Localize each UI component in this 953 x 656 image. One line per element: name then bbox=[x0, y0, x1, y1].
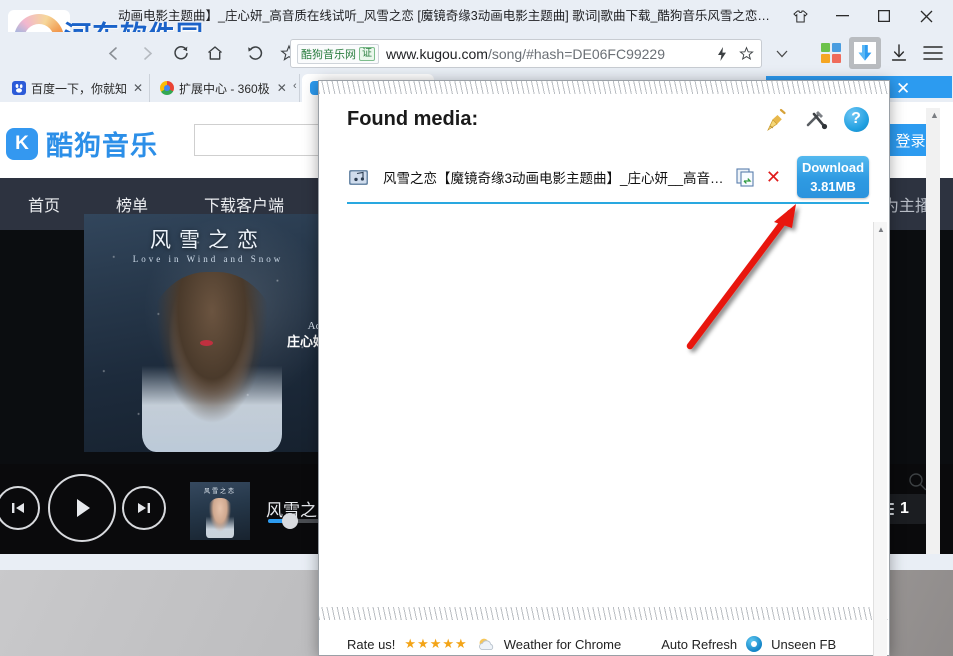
popup-scroll-up-icon[interactable]: ▲ bbox=[877, 225, 885, 234]
help-question-mark: ? bbox=[844, 107, 869, 132]
chrome-icon bbox=[160, 81, 174, 95]
star-outline-icon[interactable] bbox=[735, 43, 757, 65]
home-icon[interactable] bbox=[200, 38, 230, 68]
kugou-logo-icon: K bbox=[6, 128, 38, 160]
window-controls bbox=[779, 3, 947, 29]
popup-footer: Rate us! ★★★★★ Weather for Chrome Auto R… bbox=[319, 620, 889, 656]
download-size: 3.81MB bbox=[810, 179, 856, 194]
skip-previous-icon[interactable] bbox=[0, 486, 40, 530]
url-domain: www.kugou.com bbox=[386, 46, 488, 62]
playlist-count: 1 bbox=[900, 500, 909, 518]
screen-root: 动画电影主题曲】_庄心妍_高音质在线试听_风雪之恋 [魔镜奇缘3动画电影主题曲]… bbox=[0, 0, 953, 656]
album-artwork: 风雪之恋 Love in Wind and Snow Ada 庄心妍 bbox=[84, 214, 332, 452]
tshirt-icon[interactable] bbox=[779, 3, 821, 29]
help-icon[interactable]: ? bbox=[843, 106, 869, 132]
volume-knob[interactable] bbox=[282, 513, 298, 529]
download-label: Download bbox=[802, 160, 864, 175]
popup-bottom-hatch bbox=[319, 607, 889, 620]
rating-stars[interactable]: ★★★★★ bbox=[404, 636, 467, 652]
minimize-icon[interactable] bbox=[821, 3, 863, 29]
url-path: /song/#hash=DE06FC99229 bbox=[488, 46, 665, 62]
weather-label[interactable]: Weather for Chrome bbox=[504, 637, 622, 652]
media-item-name: 风雪之恋【魔镜奇缘3动画电影主题曲】_庄心妍__高音质在线… bbox=[383, 167, 735, 187]
delete-x-icon[interactable]: ✕ bbox=[766, 168, 781, 186]
player-thumb-figure bbox=[206, 498, 234, 538]
tab-label: 百度一下，你就知 bbox=[31, 80, 126, 97]
popup-tools: ? bbox=[763, 106, 869, 132]
album-title: 风雪之恋 bbox=[84, 224, 332, 254]
tab-close-icon[interactable]: ✕ bbox=[277, 81, 287, 95]
reload-icon[interactable] bbox=[166, 38, 196, 68]
auto-refresh-label[interactable]: Auto Refresh bbox=[661, 637, 737, 652]
unseen-eye-icon[interactable] bbox=[746, 636, 762, 652]
found-media-popup: Found media: bbox=[318, 80, 890, 656]
player-album-thumbnail[interactable]: 风雪之恋 bbox=[190, 482, 250, 540]
media-row-actions: ✕ Download 3.81MB bbox=[736, 156, 869, 198]
browser-tab-baidu[interactable]: 百度一下，你就知 ✕ bbox=[4, 74, 150, 102]
media-file-icon bbox=[347, 166, 369, 188]
title-bar: 动画电影主题曲】_庄心妍_高音质在线试听_风雪之恋 [魔镜奇缘3动画电影主题曲]… bbox=[0, 0, 953, 32]
omnibox-icons bbox=[711, 43, 761, 65]
address-bar[interactable]: 酷狗音乐网 证 www.kugou.com/song/#hash=DE06FC9… bbox=[290, 39, 762, 68]
skip-next-icon[interactable] bbox=[122, 486, 166, 530]
verified-mark: 证 bbox=[359, 47, 375, 61]
browser-toolbar: 酷狗音乐网 证 www.kugou.com/song/#hash=DE06FC9… bbox=[0, 32, 953, 74]
page-scrollbar-up-arrow-icon[interactable]: ▲ bbox=[930, 110, 939, 120]
banner-close-icon[interactable]: ✕ bbox=[896, 79, 910, 99]
rate-us-label[interactable]: Rate us! bbox=[347, 637, 395, 652]
broom-icon[interactable] bbox=[763, 106, 789, 132]
weather-cloud-icon[interactable] bbox=[477, 637, 495, 651]
copy-icon[interactable] bbox=[736, 167, 756, 187]
popup-header: Found media: bbox=[319, 94, 889, 152]
play-icon[interactable] bbox=[48, 474, 116, 542]
toolbar-right-group bbox=[815, 37, 949, 69]
media-row[interactable]: 风雪之恋【魔镜奇缘3动画电影主题曲】_庄心妍__高音质在线… ✕ Downloa… bbox=[347, 152, 869, 204]
unseen-fb-label[interactable]: Unseen FB bbox=[771, 637, 836, 652]
undo-icon[interactable] bbox=[240, 38, 270, 68]
popup-top-hatch bbox=[319, 81, 889, 94]
nav-item-become-host[interactable]: 为主播 bbox=[883, 192, 953, 216]
url-text: www.kugou.com/song/#hash=DE06FC99229 bbox=[386, 46, 665, 62]
hamburger-menu-icon[interactable] bbox=[917, 37, 949, 69]
popup-scrollbar[interactable]: ▲ ▼ bbox=[873, 222, 887, 656]
album-figure bbox=[142, 272, 282, 452]
download-helper-icon[interactable] bbox=[849, 37, 881, 69]
browser-tab-extension-center[interactable]: 扩展中心 - 360极 ✕ bbox=[152, 74, 300, 102]
nav-item-home[interactable]: 首页 bbox=[0, 192, 88, 216]
page-scrollbar[interactable] bbox=[926, 108, 940, 554]
forward-icon[interactable] bbox=[132, 38, 162, 68]
chevron-down-icon[interactable] bbox=[770, 42, 794, 66]
site-verified-badge: 酷狗音乐网 证 bbox=[297, 44, 379, 64]
nav-item-chart[interactable]: 榜单 bbox=[88, 192, 176, 216]
window-title: 动画电影主题曲】_庄心妍_高音质在线试听_风雪之恋 [魔镜奇缘3动画电影主题曲]… bbox=[118, 7, 778, 25]
album-figure-lips bbox=[200, 340, 213, 346]
search-icon[interactable] bbox=[908, 472, 927, 496]
maximize-icon[interactable] bbox=[863, 3, 905, 29]
nav-item-download-client[interactable]: 下载客户端 bbox=[176, 192, 312, 216]
media-list: 风雪之恋【魔镜奇缘3动画电影主题曲】_庄心妍__高音质在线… ✕ Downloa… bbox=[319, 152, 889, 607]
tab-close-icon[interactable]: ✕ bbox=[133, 81, 143, 95]
popup-title: Found media: bbox=[347, 108, 478, 131]
baidu-icon bbox=[12, 81, 26, 95]
lightning-icon[interactable] bbox=[711, 43, 733, 65]
tools-icon[interactable] bbox=[803, 106, 829, 132]
site-badge-label: 酷狗音乐网 bbox=[301, 46, 356, 62]
tab-scroll-left-icon[interactable]: ‹ bbox=[293, 80, 297, 92]
kugou-logo[interactable]: K 酷狗音乐 bbox=[6, 124, 158, 163]
kugou-logo-text: 酷狗音乐 bbox=[46, 124, 158, 163]
apps-grid-icon[interactable] bbox=[815, 37, 847, 69]
album-subtitle: Love in Wind and Snow bbox=[84, 254, 332, 264]
downloads-icon[interactable] bbox=[883, 37, 915, 69]
player-thumb-title: 风雪之恋 bbox=[190, 486, 250, 495]
tab-label: 扩展中心 - 360极 bbox=[179, 80, 270, 97]
back-icon[interactable] bbox=[98, 38, 128, 68]
download-button[interactable]: Download 3.81MB bbox=[797, 156, 869, 198]
close-icon[interactable] bbox=[905, 3, 947, 29]
